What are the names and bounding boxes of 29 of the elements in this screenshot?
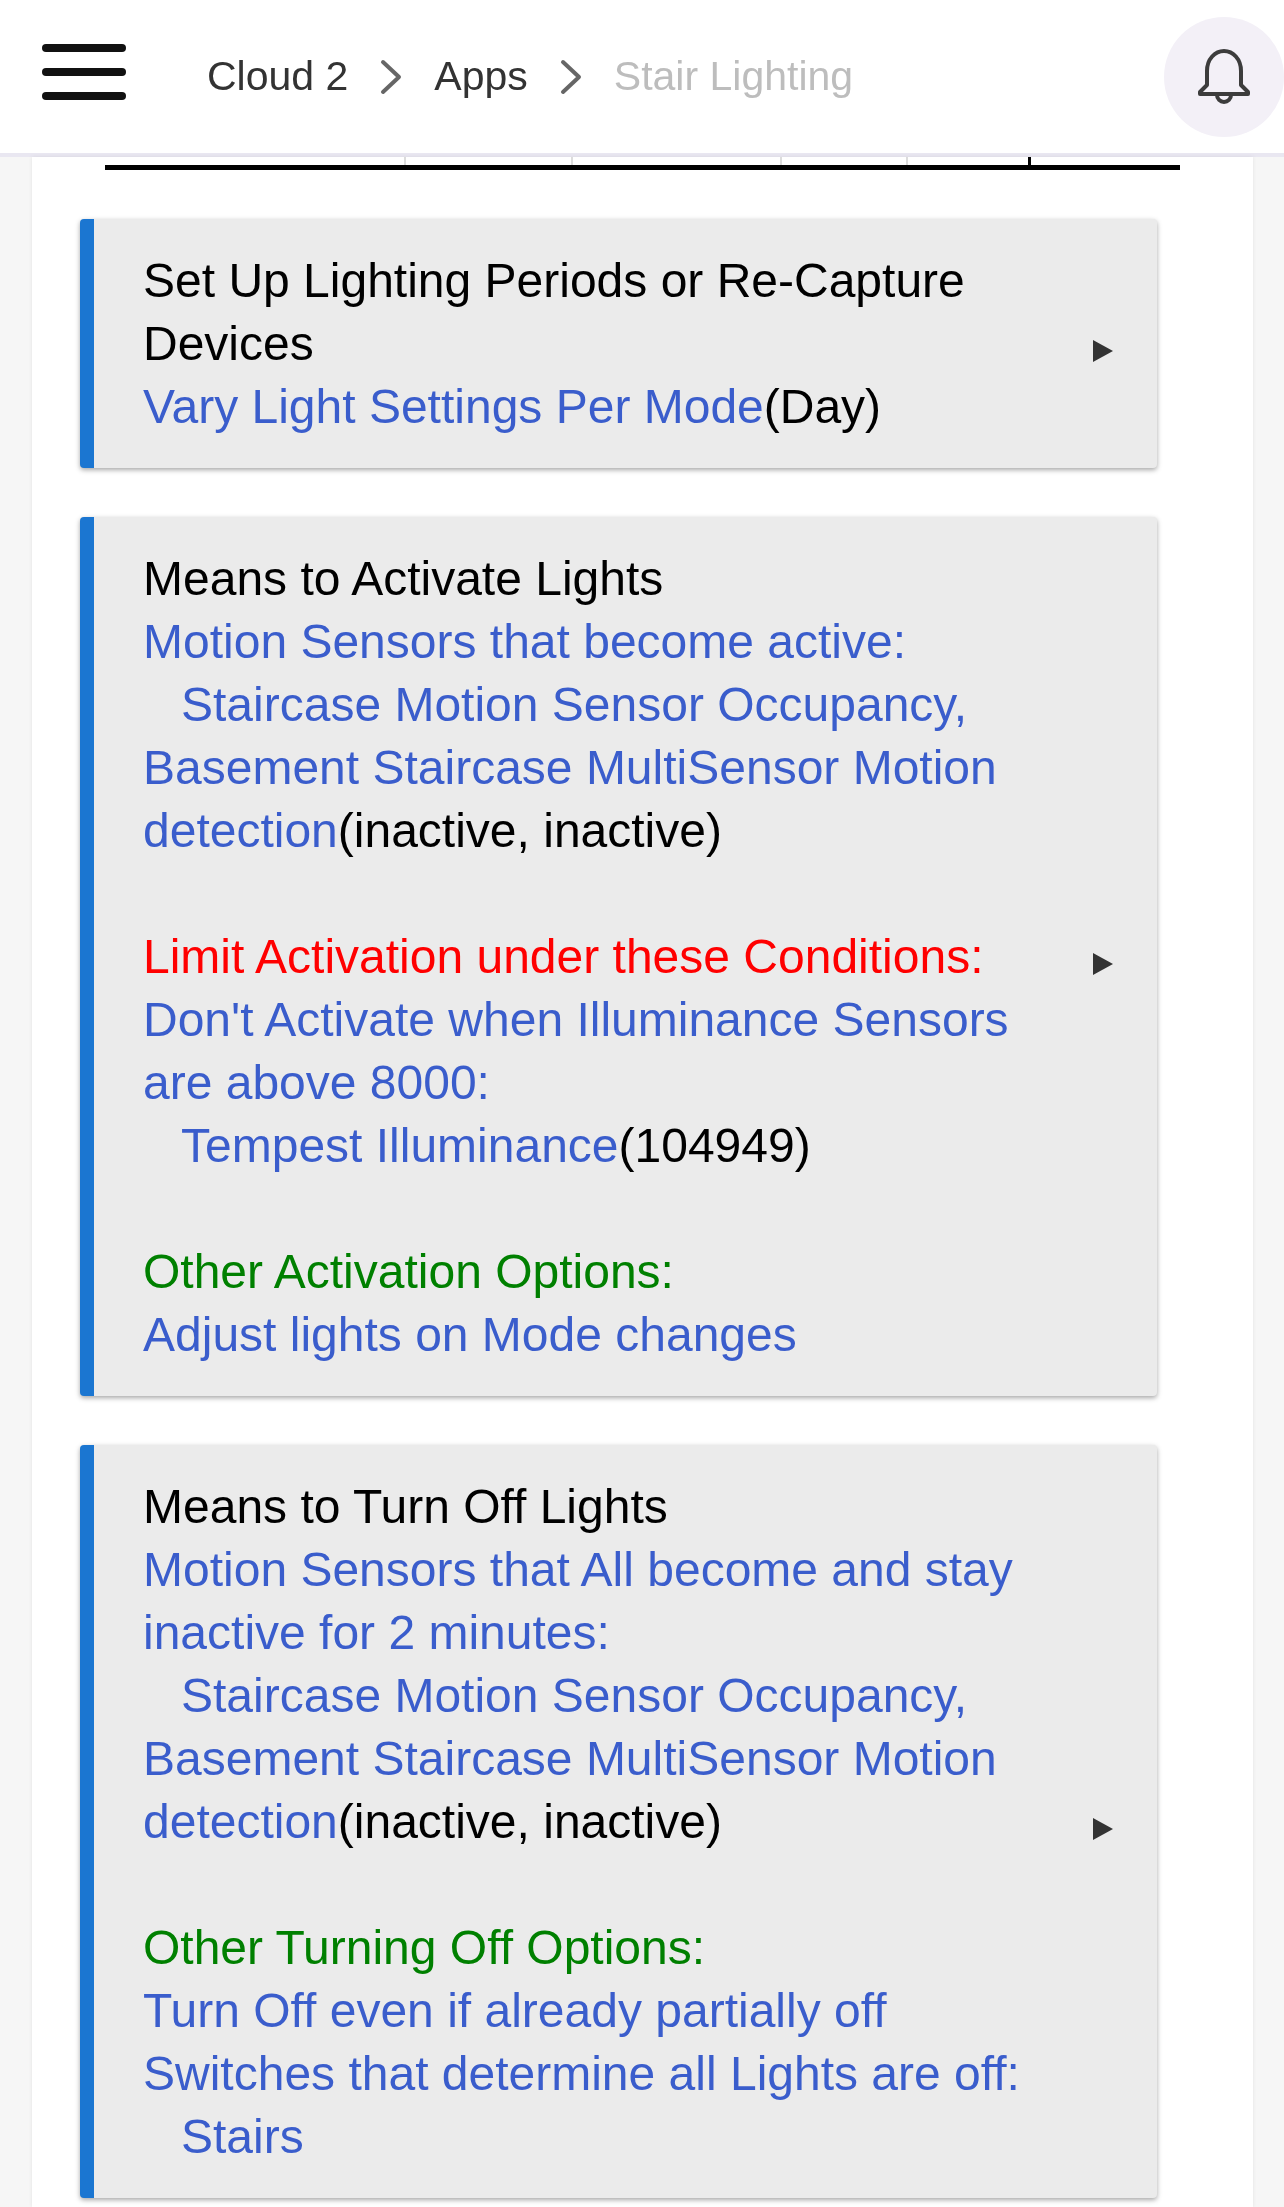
settings-card[interactable] xyxy=(80,517,1157,1396)
setting-text: Motion Sensors that become active: xyxy=(143,614,908,670)
settings-card[interactable] xyxy=(80,1445,1157,2198)
breadcrumb-link[interactable]: Cloud 2 xyxy=(207,53,349,100)
setting-text: Switches that determine all Lights are off: xyxy=(143,2046,1021,2102)
settings-card[interactable]: Set Up Lighting Periods or Re-Capture Devices Vary Light Settings Per Mode(Day) xyxy=(80,219,1157,468)
setting-text: Motion Sensors that All become and stay inactive for 2 minutes: xyxy=(143,1542,1014,1661)
setting-text: Vary Light Settings Per Mode(Day) xyxy=(143,379,883,435)
chevron-right-icon xyxy=(380,58,403,95)
menu-icon[interactable] xyxy=(42,43,126,100)
setting-text: Don't Activate when Illuminance Sensors are above 8000: xyxy=(143,992,1010,1111)
condition-heading: Limit Activation under these Conditions: xyxy=(143,929,985,985)
card-title: Means to Turn Off Lights xyxy=(143,1479,669,1535)
device-list: Staircase Motion Sensor Occupancy, Basement Staircase MultiSensor Motion detection(inactive, inactive) xyxy=(143,673,1058,862)
breadcrumb-link[interactable]: Apps xyxy=(434,53,528,100)
caret-right-icon xyxy=(1093,1817,1113,1840)
options-heading: Other Turning Off Options: xyxy=(143,1920,707,1976)
device-list: Staircase Motion Sensor Occupancy, Basement Staircase MultiSensor Motion detection(inactive, inactive) xyxy=(143,1664,1058,1853)
breadcrumb-current: Stair Lighting xyxy=(613,53,854,100)
setting-text: Adjust lights on Mode changes xyxy=(143,1307,798,1363)
device-list: Tempest Illuminance(104949) xyxy=(143,1114,1058,1177)
card-title: Means to Activate Lights xyxy=(143,551,665,607)
caret-right-icon xyxy=(1093,339,1113,362)
options-heading: Other Activation Options: xyxy=(143,1244,675,1300)
card-title: Set Up Lighting Periods or Re-Capture Devices xyxy=(143,253,966,372)
caret-right-icon xyxy=(1093,952,1113,975)
setting-text: Turn Off even if already partially off xyxy=(143,1983,888,2039)
device-list: Stairs xyxy=(143,2105,1058,2168)
chevron-right-icon xyxy=(559,58,582,95)
